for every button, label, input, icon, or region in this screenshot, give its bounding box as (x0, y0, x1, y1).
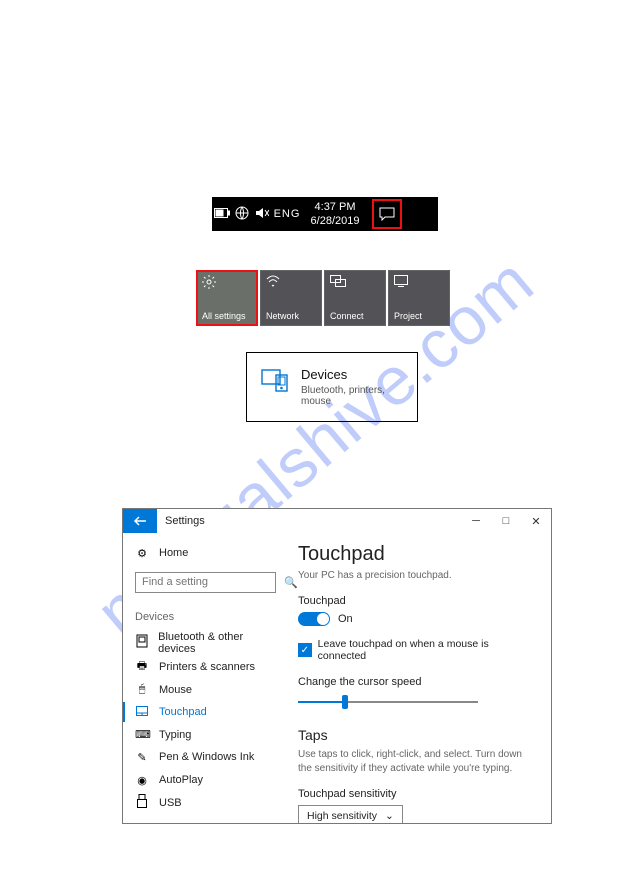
taps-help: Use taps to click, right-click, and sele… (298, 748, 535, 776)
battery-icon[interactable] (212, 208, 232, 221)
sidebar-item-mouse[interactable]: 🖱 Mouse (135, 679, 276, 700)
tile-network[interactable]: Network (260, 270, 322, 326)
cursor-speed-label: Change the cursor speed (298, 676, 535, 688)
sidebar-item-label: Pen & Windows Ink (159, 751, 254, 763)
bluetooth-icon (135, 634, 148, 651)
tile-all-settings[interactable]: All settings (196, 270, 258, 326)
autoplay-icon: ◉ (135, 774, 149, 787)
pen-icon: ✎ (135, 751, 149, 764)
slider-fill (298, 701, 346, 703)
sidebar-item-bluetooth[interactable]: Bluetooth & other devices (135, 631, 276, 655)
sidebar-item-label: Mouse (159, 684, 192, 696)
mouse-icon: 🖱 (135, 683, 149, 696)
system-tray: ENG 4:37 PM 6/28/2019 (212, 197, 438, 231)
tile-label: Connect (330, 311, 380, 321)
sidebar-item-label: Bluetooth & other devices (158, 631, 276, 655)
sensitivity-value: High sensitivity (307, 810, 377, 822)
slider-thumb (342, 695, 348, 709)
devices-icon (261, 367, 289, 411)
window-maximize[interactable]: □ (491, 515, 521, 527)
gear-icon (202, 275, 252, 291)
tray-time: 4:37 PM (302, 200, 368, 214)
sidebar-item-typing[interactable]: ⌨ Typing (135, 724, 276, 745)
sidebar: ⚙ Home 🔍 Devices Bluetooth & other devic… (123, 533, 288, 823)
tile-label: All settings (202, 311, 252, 321)
sidebar-item-printers[interactable]: 🖶 Printers & scanners (135, 657, 276, 678)
printer-icon: 🖶 (135, 657, 149, 676)
sidebar-home[interactable]: ⚙ Home (135, 543, 276, 564)
sidebar-home-label: Home (159, 547, 188, 559)
sidebar-item-pen[interactable]: ✎ Pen & Windows Ink (135, 747, 276, 768)
settings-main: Touchpad Your PC has a precision touchpa… (288, 533, 551, 823)
settings-category-devices[interactable]: Devices Bluetooth, printers, mouse (246, 352, 418, 422)
search-input[interactable]: 🔍 (135, 572, 276, 593)
sidebar-item-autoplay[interactable]: ◉ AutoPlay (135, 770, 276, 791)
settings-window: Settings ─ □ ✕ ⚙ Home 🔍 Devices Bluetoot… (122, 508, 552, 824)
tile-project[interactable]: Project (388, 270, 450, 326)
titlebar: Settings ─ □ ✕ (123, 509, 551, 533)
sidebar-group-label: Devices (135, 611, 276, 623)
chevron-down-icon: ⌄ (385, 810, 394, 822)
sidebar-item-label: Touchpad (159, 706, 207, 718)
leave-on-checkbox[interactable]: ✓ Leave touchpad on when a mouse is conn… (298, 638, 535, 662)
quick-actions: All settings Network Connect Project (196, 270, 450, 326)
project-icon (394, 275, 444, 291)
gear-icon: ⚙ (135, 547, 149, 560)
usb-icon (135, 794, 149, 811)
back-button[interactable] (123, 509, 157, 533)
tray-clock[interactable]: 4:37 PM 6/28/2019 (302, 198, 368, 230)
checkmark-icon: ✓ (298, 643, 312, 657)
sidebar-item-label: AutoPlay (159, 774, 203, 786)
sidebar-item-label: Printers & scanners (159, 661, 255, 673)
toggle-switch-icon (298, 612, 330, 626)
leave-on-label: Leave touchpad on when a mouse is connec… (318, 638, 535, 662)
window-close[interactable]: ✕ (521, 515, 551, 528)
window-minimize[interactable]: ─ (461, 515, 491, 527)
window-title: Settings (157, 515, 461, 527)
volume-mute-icon[interactable] (252, 207, 272, 222)
taps-heading: Taps (298, 727, 535, 743)
wifi-icon (266, 275, 316, 291)
devices-title: Devices (301, 367, 407, 382)
sidebar-item-label: USB (159, 797, 182, 809)
tile-label: Project (394, 311, 444, 321)
input-language[interactable]: ENG (272, 208, 302, 220)
sensitivity-label: Touchpad sensitivity (298, 788, 535, 800)
tile-label: Network (266, 311, 316, 321)
page-heading: Touchpad (298, 543, 535, 566)
connect-icon (330, 275, 380, 291)
globe-icon[interactable] (232, 206, 252, 223)
page-subheading: Your PC has a precision touchpad. (298, 570, 535, 581)
tile-connect[interactable]: Connect (324, 270, 386, 326)
cursor-speed-slider[interactable] (298, 693, 478, 711)
tray-date: 6/28/2019 (302, 214, 368, 228)
touchpad-toggle-label: Touchpad (298, 595, 535, 607)
touchpad-icon (135, 706, 149, 719)
touchpad-toggle[interactable]: On (298, 612, 535, 626)
sensitivity-select[interactable]: High sensitivity ⌄ (298, 805, 403, 823)
sidebar-item-usb[interactable]: USB (135, 792, 276, 813)
action-center-button[interactable] (372, 199, 402, 229)
devices-subtitle: Bluetooth, printers, mouse (301, 385, 407, 407)
keyboard-icon: ⌨ (135, 728, 149, 741)
sidebar-item-touchpad[interactable]: Touchpad (123, 702, 276, 723)
search-field[interactable] (142, 576, 284, 588)
sidebar-item-label: Typing (159, 729, 191, 741)
toggle-state: On (338, 613, 353, 625)
